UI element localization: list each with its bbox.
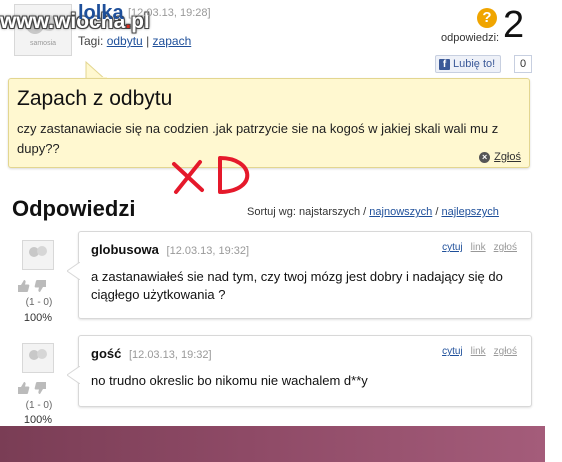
sort-best-link[interactable]: najlepszych: [441, 206, 498, 218]
vote-buttons: [16, 279, 48, 293]
permalink[interactable]: link: [471, 346, 486, 357]
avatar-caption: samosia: [30, 40, 56, 47]
xd-scribble: xD: [168, 152, 250, 194]
answer-author: globusowa [12.03.13, 19:32]: [91, 242, 249, 257]
answer-text: a zastanawiałeś sie nad tym, czy twoj mó…: [91, 269, 503, 302]
answer-avatar[interactable]: [22, 240, 54, 270]
vote-percent: 100%: [23, 414, 53, 426]
answer-bubble-tail: [67, 366, 80, 384]
answer-text: no trudno okreslic bo nikomu nie wachale…: [91, 373, 368, 388]
like-count: 0: [514, 55, 532, 73]
answer-card: globusowa [12.03.13, 19:32] cytuj link z…: [67, 231, 532, 319]
thumbs-down-icon[interactable]: [34, 279, 48, 293]
scribble-text: xD: [168, 152, 170, 153]
answer-card: gość [12.03.13, 19:32] cytuj link zgłoś …: [67, 335, 532, 407]
tag-link-zapach[interactable]: zapach: [153, 34, 192, 48]
answer-actions: cytuj link zgłoś: [442, 242, 517, 253]
answers-count-label: odpowiedzi:: [441, 32, 500, 44]
sort-label: Sortuj wg: najstarszych /: [247, 206, 367, 218]
permalink[interactable]: link: [471, 242, 486, 253]
question-author-link[interactable]: lolka: [78, 2, 124, 25]
tag-link-odbytu[interactable]: odbytu: [107, 34, 143, 48]
facebook-icon: f: [439, 58, 450, 70]
tags-row: Tagi: odbytu | zapach: [78, 34, 191, 48]
answers-heading: Odpowiedzi: [12, 196, 136, 221]
sort-newest-link[interactable]: najnowszych: [369, 206, 432, 218]
quote-link[interactable]: cytuj: [442, 346, 463, 357]
answer-date: [12.03.13, 19:32]: [128, 349, 212, 361]
question-help-icon[interactable]: ?: [477, 8, 497, 28]
answer-avatar[interactable]: [22, 343, 54, 373]
thumbs-up-icon[interactable]: [16, 279, 30, 293]
report-answer-link[interactable]: zgłoś: [494, 242, 517, 253]
answer-bubble-tail: [67, 262, 80, 280]
question-bubble: Zapach z odbytu czy zastanawiacie się na…: [8, 78, 530, 168]
question-date: [12.03.13, 19:28]: [128, 7, 211, 19]
bubble-tail: [85, 60, 107, 80]
sort-separator: /: [435, 206, 439, 218]
answer-actions: cytuj link zgłoś: [442, 346, 517, 357]
vote-percent: 100%: [23, 312, 53, 324]
report-icon: ×: [479, 151, 491, 163]
answers-count: 2: [503, 4, 525, 46]
tags-label: Tagi:: [78, 34, 104, 48]
report-question[interactable]: × Zgłoś: [479, 151, 521, 163]
question-body: czy zastanawiacie się na codzien .jak pa…: [17, 121, 499, 156]
answer-author-name[interactable]: gość: [91, 346, 121, 361]
vote-ratio: (1 - 0): [25, 297, 53, 308]
thumbs-down-icon[interactable]: [34, 381, 48, 395]
thumbs-up-icon[interactable]: [16, 381, 30, 395]
report-link[interactable]: Zgłoś: [494, 151, 521, 163]
quote-link[interactable]: cytuj: [442, 242, 463, 253]
vote-buttons: [16, 381, 48, 395]
facebook-like-button[interactable]: f Lubię to!: [435, 55, 502, 73]
tag-separator: |: [146, 34, 150, 48]
answer-author: gość [12.03.13, 19:32]: [91, 346, 212, 361]
question-title: Zapach z odbytu: [17, 87, 173, 110]
bottom-background-bar: [0, 426, 545, 462]
report-answer-link[interactable]: zgłoś: [494, 346, 517, 357]
sort-bar: Sortuj wg: najstarszych / najnowszych / …: [247, 206, 499, 218]
vote-ratio: (1 - 0): [25, 400, 53, 411]
like-label: Lubię to!: [453, 58, 496, 70]
answer-date: [12.03.13, 19:32]: [166, 245, 250, 257]
answer-author-name[interactable]: globusowa: [91, 242, 159, 257]
